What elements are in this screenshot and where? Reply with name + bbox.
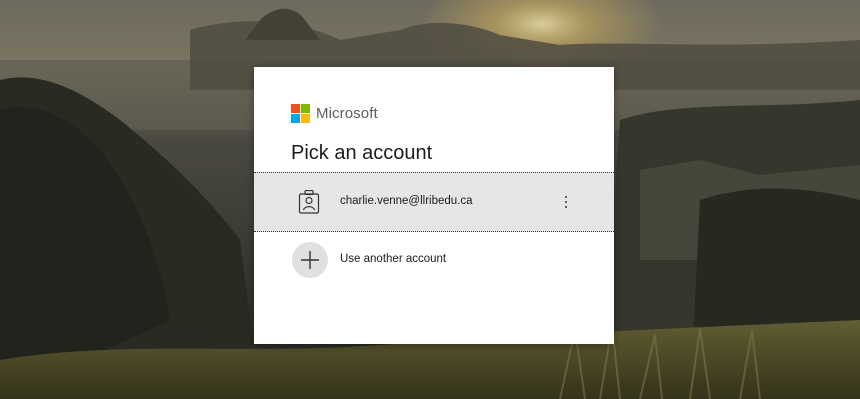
brand-name: Microsoft [316, 104, 378, 122]
use-another-account-tile[interactable]: Use another account [254, 239, 614, 283]
logo-square-green [301, 103, 310, 113]
plus-icon [292, 242, 328, 278]
use-another-account-label: Use another account [340, 253, 447, 265]
microsoft-logo-icon [291, 103, 310, 123]
account-tile[interactable]: charlie.venne@llribedu.ca [254, 172, 614, 232]
microsoft-brand: Microsoft [291, 103, 378, 123]
more-dot [565, 196, 567, 198]
more-options-button[interactable] [554, 190, 578, 214]
badge-person-icon [298, 190, 320, 214]
more-dot [565, 201, 567, 203]
logo-square-yellow [301, 113, 310, 123]
account-picker-dialog: Microsoft Pick an account charlie.venne@… [254, 67, 614, 344]
plus-glyph [301, 251, 319, 269]
account-email: charlie.venne@llribedu.ca [340, 195, 473, 207]
logo-square-blue [291, 113, 300, 123]
more-dot [565, 206, 567, 208]
logo-square-red [291, 103, 300, 113]
sign-in-screen: Microsoft Pick an account charlie.venne@… [0, 0, 860, 399]
page-title: Pick an account [291, 142, 433, 164]
